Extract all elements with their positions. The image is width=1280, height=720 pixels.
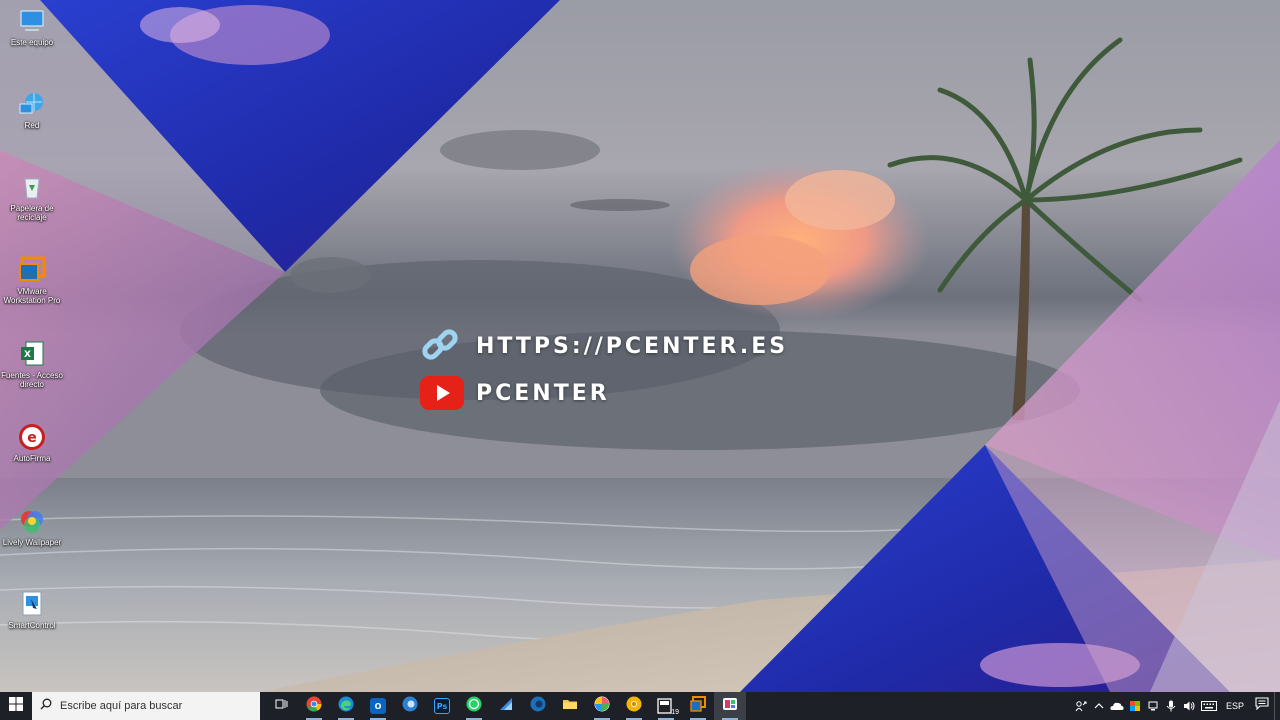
edge-icon xyxy=(338,696,354,717)
outlook-icon: O xyxy=(370,698,386,714)
tray-volume-icon[interactable] xyxy=(1180,692,1198,720)
desktop-icon-papelera[interactable]: Papelera de reciclaje xyxy=(0,172,64,222)
desktop-icon-label: Papelera de reciclaje xyxy=(10,204,54,222)
taskbar-app-edge[interactable] xyxy=(330,692,362,720)
pinwheel-icon xyxy=(594,696,610,717)
taskbar-app-whatsapp[interactable] xyxy=(458,692,490,720)
windows-logo-icon xyxy=(9,696,23,716)
desktop-icon-autofirma[interactable]: e AutoFirma xyxy=(0,422,64,463)
taskbar-app-pinwheel[interactable] xyxy=(586,692,618,720)
search-icon xyxy=(40,697,52,715)
tray-keyboard-icon[interactable] xyxy=(1198,692,1220,720)
taskbar-app-sketch[interactable] xyxy=(490,692,522,720)
brand-channel-text: PCENTER xyxy=(476,380,610,406)
desktop-icon-label: SmartControl xyxy=(8,621,56,630)
tray-people-icon[interactable] xyxy=(1072,692,1090,720)
desktop-icon-lively[interactable]: Lively Wallpaper xyxy=(0,506,64,547)
desktop-icon-label: Lively Wallpaper xyxy=(2,538,62,547)
notification-icon xyxy=(1255,697,1269,715)
taskbar-app-chrome[interactable] xyxy=(298,692,330,720)
desktop-icon-smartcontrol[interactable]: SmartControl xyxy=(0,589,64,630)
show-desktop-button[interactable] xyxy=(1274,692,1280,720)
calendar-icon: 19 xyxy=(657,698,679,716)
system-tray: ESP xyxy=(1072,692,1280,720)
edge-beta-icon xyxy=(402,696,418,717)
desktop-icon-label: Este equipo xyxy=(10,38,54,47)
taskbar-app-outlook[interactable]: O xyxy=(362,692,394,720)
taskbar-app-edge-dev[interactable] xyxy=(522,692,554,720)
desktop-icon-label: Fuentes - Acceso directo xyxy=(1,371,63,389)
taskbar-app-calendar[interactable]: 19 xyxy=(650,692,682,720)
search-placeholder: Escribe aquí para buscar xyxy=(60,700,183,712)
desktop-icon-este-equipo[interactable]: Este equipo xyxy=(0,6,64,47)
brand-url-row: HTTPS://PCENTER.ES xyxy=(420,326,788,366)
calendar-badge: 19 xyxy=(671,709,679,716)
brand-channel-row: PCENTER xyxy=(420,376,610,410)
taskbar-app-file-explorer[interactable] xyxy=(554,692,586,720)
taskbar-app-edge-beta[interactable] xyxy=(394,692,426,720)
desktop-icon-red[interactable]: Red xyxy=(0,89,64,130)
smartcontrol-icon xyxy=(17,589,47,619)
taskbar-app-photoshop[interactable]: Ps xyxy=(426,692,458,720)
chrome-icon xyxy=(306,696,322,717)
task-view-icon xyxy=(275,697,289,716)
tray-shield-icon[interactable] xyxy=(1126,692,1144,720)
tray-onedrive-icon[interactable] xyxy=(1108,692,1126,720)
tray-network-icon[interactable] xyxy=(1144,692,1162,720)
vmware-taskbar-icon xyxy=(690,695,706,717)
vmware-icon xyxy=(17,255,47,285)
start-button[interactable] xyxy=(0,692,32,720)
autofirma-icon: e xyxy=(17,422,47,452)
desktop-icon-fuentes[interactable]: X Fuentes - Acceso directo xyxy=(0,339,64,389)
taskbar: Escribe aquí para buscar O Ps 19 ESP xyxy=(0,692,1280,720)
folder-icon xyxy=(562,696,578,717)
youtube-icon xyxy=(420,376,464,410)
desktop-icon-label: Red xyxy=(24,121,40,130)
svg-text:e: e xyxy=(27,430,37,446)
desktop-icon-column: Este equipo Red Papelera de reciclaje VM… xyxy=(0,0,66,692)
whatsapp-icon xyxy=(466,696,482,717)
taskbar-app-snip[interactable] xyxy=(714,692,746,720)
link-icon xyxy=(420,326,464,366)
computer-icon xyxy=(17,6,47,36)
recycle-bin-icon xyxy=(17,172,47,202)
input-language-indicator[interactable]: ESP xyxy=(1220,701,1250,711)
taskbar-app-vmware[interactable] xyxy=(682,692,714,720)
excel-icon: X xyxy=(17,339,47,369)
chrome-canary-icon xyxy=(626,696,642,717)
snip-icon xyxy=(722,696,738,717)
photoshop-icon: Ps xyxy=(434,698,450,714)
desktop-icon-vmware[interactable]: VMware Workstation Pro xyxy=(0,255,64,305)
tray-chevron-up-icon[interactable] xyxy=(1090,692,1108,720)
brand-url-text: HTTPS://PCENTER.ES xyxy=(476,333,789,359)
desktop-icon-label: VMware Workstation Pro xyxy=(3,287,61,305)
taskbar-search-box[interactable]: Escribe aquí para buscar xyxy=(32,692,260,720)
lively-icon xyxy=(17,506,47,536)
taskbar-app-chrome-canary[interactable] xyxy=(618,692,650,720)
network-icon xyxy=(17,89,47,119)
tray-microphone-icon[interactable] xyxy=(1162,692,1180,720)
svg-text:X: X xyxy=(24,350,31,360)
edge-dev-icon xyxy=(530,696,546,717)
desktop-icon-label: AutoFirma xyxy=(13,454,51,463)
sketch-app-icon xyxy=(498,696,514,717)
task-view-button[interactable] xyxy=(266,692,298,720)
action-center-button[interactable] xyxy=(1250,692,1274,720)
